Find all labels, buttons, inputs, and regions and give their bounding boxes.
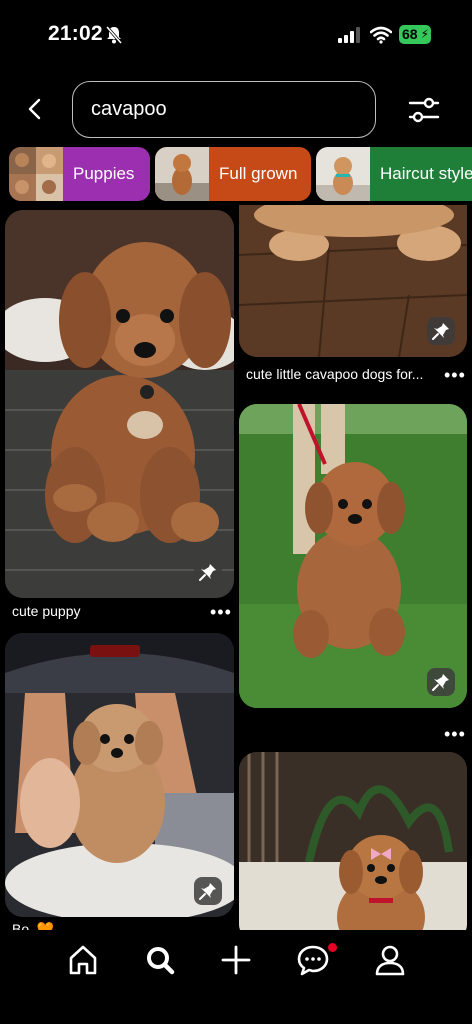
bell-muted-icon [105, 26, 123, 44]
pin-save-button[interactable] [427, 317, 455, 345]
battery-level: 68 [402, 26, 418, 42]
notification-dot [328, 943, 337, 952]
puppy-on-blanket-photo [5, 210, 234, 598]
chip-puppies[interactable]: Puppies [9, 147, 150, 201]
puppies-collage-thumbnail [9, 147, 63, 201]
pin-feed: cute puppy ••• Bo..🧡 cute little cavapoo… [0, 205, 472, 930]
chip-haircut-style[interactable]: Haircut style [316, 147, 472, 201]
chip-label: Puppies [73, 164, 135, 183]
battery-indicator: 68 ⚡ [399, 25, 431, 44]
pin-more-options-icon[interactable]: ••• [210, 603, 232, 621]
puppy-with-pink-bow-photo [239, 752, 467, 930]
related-searches: Puppies Full grown Haircut style [0, 147, 472, 201]
create-plus-icon[interactable] [216, 940, 256, 980]
haircut-dog-thumbnail [316, 147, 370, 201]
status-bar: 21:02 68 ⚡ [0, 0, 472, 70]
pin-save-button[interactable] [194, 877, 222, 905]
full-grown-dog-thumbnail [155, 147, 209, 201]
back-arrow-icon[interactable] [20, 94, 50, 124]
pin-puppy-in-car[interactable] [5, 633, 234, 917]
chip-label: Full grown [219, 164, 298, 183]
cellular-signal-icon [338, 27, 360, 43]
pin-save-button[interactable] [427, 668, 455, 696]
pin-puppy-with-bow[interactable] [239, 752, 467, 930]
pushpin-icon [199, 564, 216, 581]
messages-icon[interactable] [293, 940, 333, 980]
search-bar[interactable] [72, 81, 376, 138]
pin-caption: cute puppy [12, 603, 81, 619]
home-icon[interactable] [63, 940, 103, 980]
pin-caption: Bo..🧡 [12, 921, 55, 930]
search-icon[interactable] [140, 940, 180, 980]
puppy-in-lap-photo [5, 633, 234, 917]
clock: 21:02 [48, 22, 103, 45]
chip-label: Haircut style [380, 164, 472, 183]
pushpin-icon [199, 883, 216, 900]
puppy-on-grass-photo [239, 404, 467, 708]
pin-caption: cute little cavapoo dogs for... [246, 366, 424, 382]
pin-more-options-icon[interactable]: ••• [444, 725, 466, 743]
pin-more-options-icon[interactable]: ••• [444, 366, 466, 384]
bottom-navigation [0, 930, 472, 1024]
pin-cute-little-cavapoo[interactable] [239, 205, 467, 357]
pin-puppy-on-grass[interactable] [239, 404, 467, 708]
chip-full-grown[interactable]: Full grown [155, 147, 311, 201]
filter-sliders-icon[interactable] [404, 94, 444, 126]
pushpin-icon [432, 674, 449, 691]
pushpin-icon [432, 323, 449, 340]
search-input[interactable] [91, 82, 361, 136]
profile-icon[interactable] [370, 940, 410, 980]
pin-save-button[interactable] [194, 558, 222, 586]
pin-cute-puppy[interactable] [5, 210, 234, 598]
charging-bolt-icon: ⚡ [420, 27, 429, 41]
wifi-icon [370, 26, 392, 44]
